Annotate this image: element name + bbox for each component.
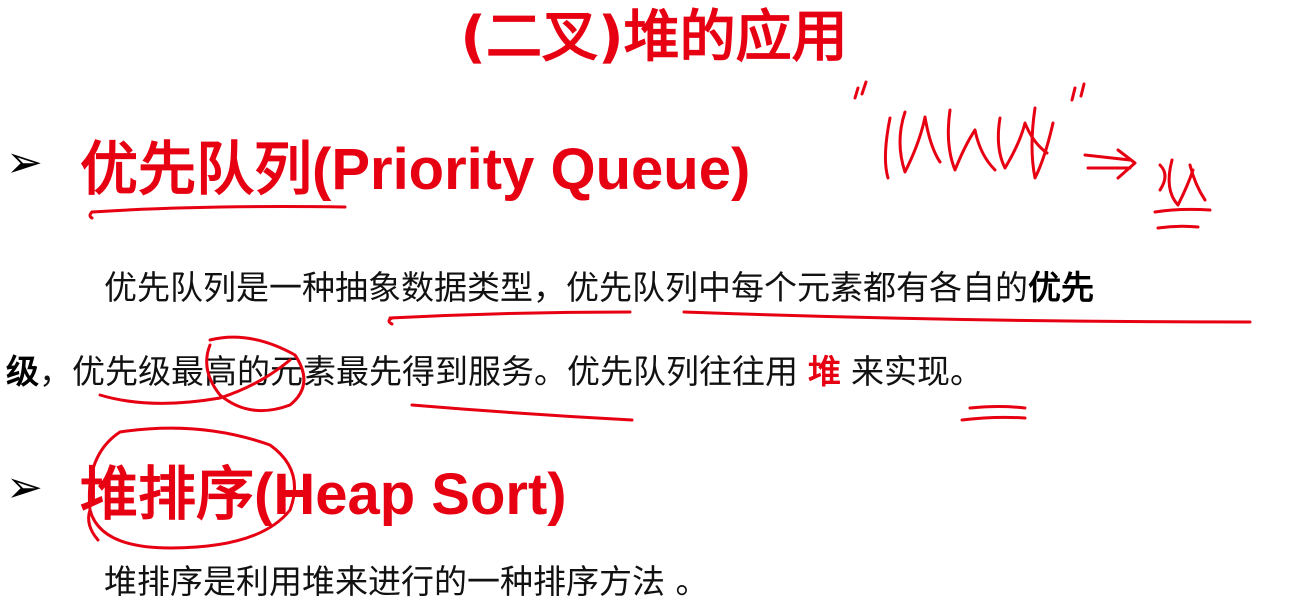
paragraph-text: ，优先级最高的元素最先得到服务。优先队列往往用 <box>39 352 798 391</box>
paragraph-bold-text: 级 <box>6 352 39 391</box>
priority-queue-paragraph-line2: 级，优先级最高的元素最先得到服务。优先队列往往用堆来实现。 <box>6 350 983 394</box>
underline-stroke <box>388 310 632 320</box>
heap-sort-paragraph: 堆排序是利用堆来进行的一种排序方法 。 <box>104 562 709 601</box>
heap-sort-heading: 堆排序(Heap Sort) <box>80 462 567 527</box>
handwritten-arrow <box>1083 148 1137 180</box>
paragraph-bold-text: 优先 <box>1028 268 1094 307</box>
bullet-arrow-icon: ➢ <box>6 137 43 188</box>
underline-stroke <box>968 405 1027 410</box>
underline-stroke <box>387 316 394 326</box>
priority-queue-heading: 优先队列(Priority Queue) <box>80 137 751 202</box>
priority-queue-paragraph-line1: 优先队列是一种抽象数据类型，优先队列中每个元素都有各自的优先 <box>104 266 1094 310</box>
heap-keyword: 堆 <box>808 352 841 391</box>
bullet-arrow-icon: ➢ <box>6 462 43 513</box>
underline-stroke <box>88 210 94 220</box>
slide-title: (二叉)堆的应用 <box>460 5 848 70</box>
handwritten-scribble <box>1153 158 1212 230</box>
underline-stroke <box>960 415 1027 422</box>
quote-mark-stroke <box>1070 82 1086 102</box>
underline-stroke <box>410 403 634 422</box>
underline-stroke <box>90 205 347 214</box>
quote-mark-stroke <box>853 80 868 100</box>
paragraph-text: 来实现。 <box>851 352 983 391</box>
handwritten-scribble <box>883 106 1055 180</box>
underline-stroke <box>682 310 1252 324</box>
paragraph-text: 优先队列是一种抽象数据类型，优先队列中每个元素都有各自的 <box>104 268 1028 307</box>
